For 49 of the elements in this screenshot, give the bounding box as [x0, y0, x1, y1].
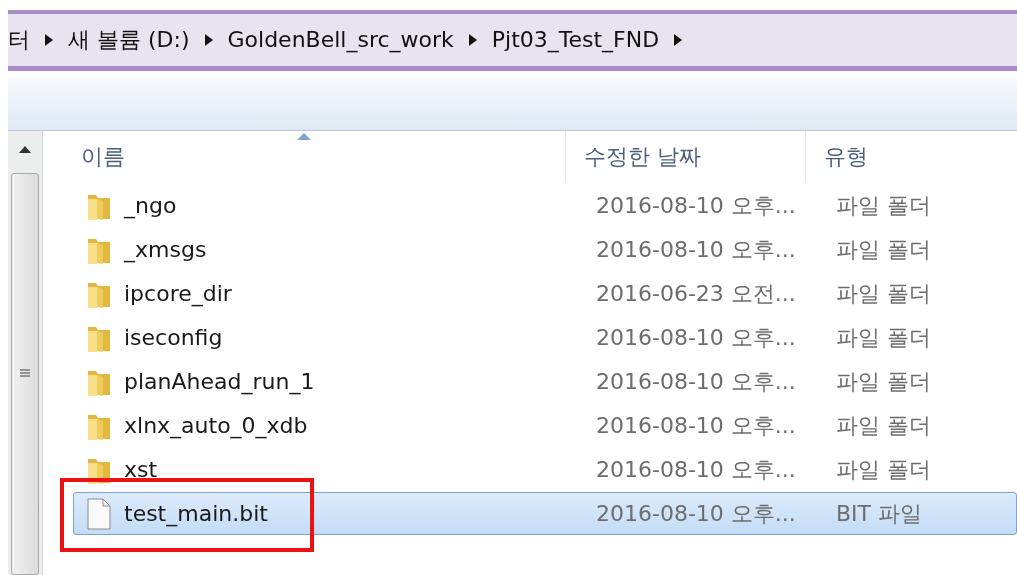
file-type: 파일 폴더 [836, 455, 932, 484]
file-name: planAhead_run_1 [124, 369, 315, 394]
column-header[interactable]: 이름 [43, 131, 565, 183]
file-row[interactable]: planAhead_run_1 2016-08-10 오후... 파일 폴더 [73, 360, 1017, 403]
file-type: 파일 폴더 [836, 279, 932, 308]
file-name: ipcore_dir [124, 281, 232, 306]
file-row[interactable]: test_main.bit 2016-08-10 오후... BIT 파일 [73, 492, 1017, 535]
file-type: 파일 폴더 [836, 367, 932, 396]
chevron-icon[interactable] [44, 32, 54, 47]
file-row[interactable]: _xmsgs 2016-08-10 오후... 파일 폴더 [73, 228, 1017, 271]
file-type: 파일 폴더 [836, 235, 932, 264]
chevron-icon[interactable] [203, 32, 214, 47]
modified-date: 2016-08-10 오후... [596, 191, 797, 220]
file-type: 파일 폴더 [836, 191, 932, 220]
grip-icon [20, 369, 30, 379]
file-type: 파일 폴더 [836, 411, 932, 440]
file-row[interactable]: ipcore_dir 2016-06-23 오전... 파일 폴더 [73, 272, 1017, 315]
scrollbar[interactable] [8, 131, 43, 575]
modified-date: 2016-08-10 오후... [596, 323, 797, 352]
breadcrumb-item[interactable]: 새 볼륨 (D:) [68, 24, 190, 55]
file-name: iseconfig [124, 325, 223, 350]
file-icon [86, 497, 112, 530]
modified-date: 2016-06-23 오전... [596, 279, 797, 308]
chevron-icon[interactable] [467, 32, 478, 47]
breadcrumb-item[interactable]: Pjt03_Test_FND [491, 27, 660, 53]
address-bar[interactable]: 터 새 볼륨 (D:) GoldenBell_src_work Pjt03_Test_FND [8, 10, 1017, 71]
file-name: xst [124, 457, 158, 482]
file-type: BIT 파일 [836, 499, 923, 528]
file-row[interactable]: xlnx_auto_0_xdb 2016-08-10 오후... 파일 폴더 [73, 404, 1017, 447]
file-name: _xmsgs [124, 237, 207, 262]
column-header[interactable]: 유형 [805, 131, 1017, 183]
file-row[interactable]: xst 2016-08-10 오후... 파일 폴더 [73, 448, 1017, 491]
modified-date: 2016-08-10 오후... [596, 411, 797, 440]
modified-date: 2016-08-10 오후... [596, 235, 797, 264]
modified-date: 2016-08-10 오후... [596, 455, 797, 484]
column-header[interactable]: 수정한 날짜 [565, 131, 805, 183]
file-name: test_main.bit [124, 501, 268, 526]
file-name: _ngo [124, 193, 177, 218]
breadcrumb-item[interactable]: 터 [8, 24, 30, 55]
chevron-icon[interactable] [673, 32, 684, 47]
modified-date: 2016-08-10 오후... [596, 367, 797, 396]
scroll-thumb[interactable] [11, 173, 39, 575]
file-row[interactable]: iseconfig 2016-08-10 오후... 파일 폴더 [73, 316, 1017, 359]
file-type: 파일 폴더 [836, 323, 932, 352]
scroll-up-icon[interactable] [19, 145, 31, 153]
modified-date: 2016-08-10 오후... [596, 499, 797, 528]
file-row[interactable]: _ngo 2016-08-10 오후... 파일 폴더 [73, 184, 1017, 227]
file-name: xlnx_auto_0_xdb [124, 413, 308, 438]
breadcrumb-item[interactable]: GoldenBell_src_work [227, 27, 454, 53]
